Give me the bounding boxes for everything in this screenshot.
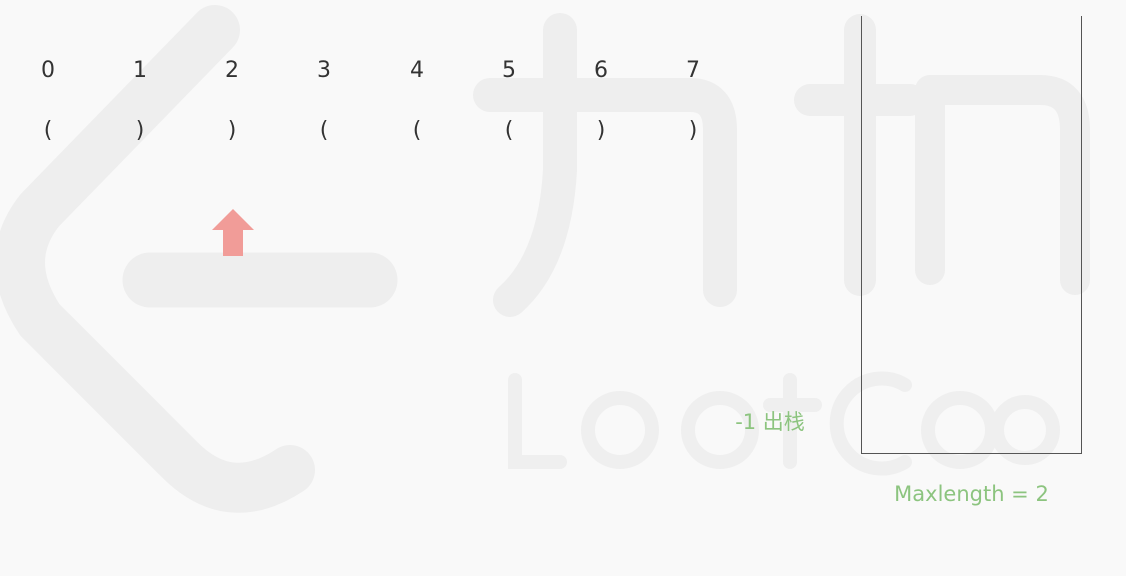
paren-char-3: ( xyxy=(319,118,329,143)
paren-char-5: ( xyxy=(504,118,514,143)
paren-char-1: ) xyxy=(135,118,145,143)
index-label-5: 5 xyxy=(502,58,516,83)
maxlength-label: Maxlength = 2 xyxy=(894,482,1049,506)
index-label-4: 4 xyxy=(410,58,424,83)
stack-operation-label: -1 出栈 xyxy=(735,410,805,434)
stack-container xyxy=(861,16,1082,454)
index-label-7: 7 xyxy=(686,58,700,83)
index-label-3: 3 xyxy=(317,58,331,83)
paren-char-0: ( xyxy=(43,118,53,143)
paren-char-2: ) xyxy=(227,118,237,143)
index-label-1: 1 xyxy=(133,58,147,83)
paren-char-6: ) xyxy=(596,118,606,143)
index-label-2: 2 xyxy=(225,58,239,83)
paren-char-7: ) xyxy=(688,118,698,143)
current-position-arrow-icon xyxy=(212,209,254,256)
index-label-6: 6 xyxy=(594,58,608,83)
index-label-0: 0 xyxy=(41,58,55,83)
paren-char-4: ( xyxy=(412,118,422,143)
